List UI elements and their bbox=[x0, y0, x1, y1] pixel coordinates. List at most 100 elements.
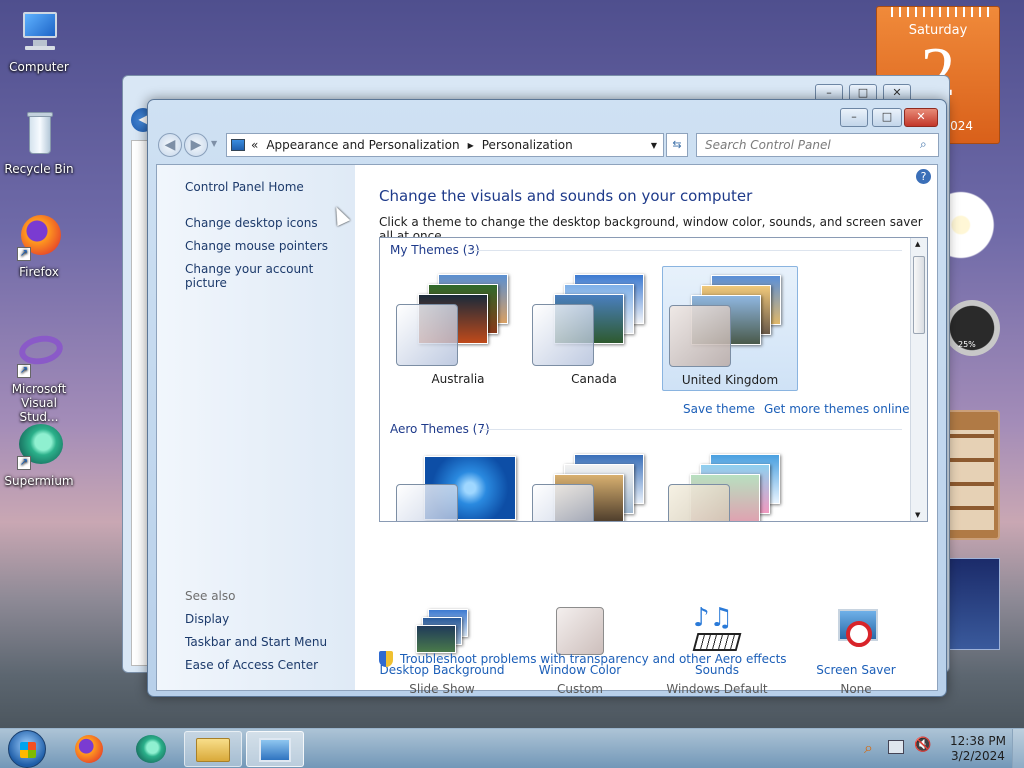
supermium-icon: ↗ bbox=[15, 422, 63, 470]
screen-saver-button[interactable]: Screen Saver None bbox=[791, 607, 921, 696]
shield-icon bbox=[379, 651, 393, 667]
cpu-meter-value: 25% bbox=[958, 340, 976, 349]
get-more-themes-link[interactable]: Get more themes online bbox=[764, 402, 910, 416]
theme-canada[interactable]: Canada bbox=[526, 266, 662, 391]
clock-flower-gadget[interactable] bbox=[944, 165, 1000, 285]
address-bar[interactable]: « Appearance and Personalization ▶ Perso… bbox=[226, 133, 664, 157]
breadcrumb-overflow[interactable]: « bbox=[251, 138, 258, 152]
theme-name: Canada bbox=[571, 372, 617, 386]
see-also-title: See also bbox=[185, 589, 236, 603]
recent-pages-icon[interactable]: ▼ bbox=[211, 139, 217, 148]
recycle-bin-icon bbox=[15, 110, 63, 158]
change-mouse-pointers-link[interactable]: Change mouse pointers bbox=[185, 239, 355, 253]
firefox-icon: ↗ bbox=[15, 213, 63, 261]
troubleshoot-row[interactable]: Troubleshoot problems with transparency … bbox=[379, 651, 787, 667]
left-pane: Control Panel Home Change desktop icons … bbox=[157, 165, 355, 690]
refresh-button[interactable]: ⇆ bbox=[666, 133, 688, 157]
theme-architecture[interactable] bbox=[526, 446, 662, 521]
show-desktop-button[interactable] bbox=[1012, 729, 1024, 768]
see-also-taskbar-link[interactable]: Taskbar and Start Menu bbox=[185, 635, 327, 649]
scroll-up-icon[interactable]: ▲ bbox=[915, 240, 920, 248]
change-desktop-icons-link[interactable]: Change desktop icons bbox=[185, 216, 355, 230]
shortcut-arrow-icon: ↗ bbox=[17, 247, 31, 261]
desktop-icon-computer[interactable]: Computer bbox=[1, 8, 77, 74]
network-icon[interactable] bbox=[888, 740, 904, 754]
cpu-meter-gadget[interactable]: 25% bbox=[944, 300, 1000, 356]
navigation-bar: ◀ ▶ ▼ « Appearance and Personalization ▶… bbox=[156, 132, 939, 158]
window-color-swatch bbox=[532, 484, 594, 521]
breadcrumb-separator-icon[interactable]: ▶ bbox=[468, 141, 474, 150]
desktop-icon-firefox[interactable]: ↗ Firefox bbox=[1, 213, 77, 279]
desktop-icon-supermium[interactable]: ↗ Supermium bbox=[1, 422, 77, 488]
desktop-icon-visual-studio[interactable]: ↗ Microsoft Visual Stud... bbox=[1, 330, 77, 424]
clock-time: 12:38 PM bbox=[950, 734, 1006, 748]
scrollbar-thumb[interactable] bbox=[913, 256, 925, 334]
windows-logo-icon bbox=[20, 742, 36, 758]
taskbar-firefox[interactable] bbox=[60, 731, 118, 767]
window-color-swatch bbox=[396, 304, 458, 366]
save-theme-link[interactable]: Save theme bbox=[683, 402, 755, 416]
window-color-value: Custom bbox=[557, 682, 603, 696]
section-divider bbox=[480, 429, 902, 430]
control-panel-icon bbox=[259, 738, 291, 762]
start-button[interactable] bbox=[8, 730, 46, 768]
search-icon[interactable]: ⌕ bbox=[920, 137, 927, 152]
window-color-icon bbox=[552, 607, 608, 657]
content-area: Control Panel Home Change desktop icons … bbox=[156, 164, 938, 696]
minimize-button[interactable]: – bbox=[840, 108, 868, 127]
help-icon[interactable]: ? bbox=[916, 169, 931, 184]
close-button[interactable]: ✕ bbox=[904, 108, 938, 127]
desktop-icon-label: Computer bbox=[9, 60, 69, 74]
control-panel-home-link[interactable]: Control Panel Home bbox=[185, 180, 355, 194]
page-title: Change the visuals and sounds on your co… bbox=[379, 187, 753, 205]
desktop-background-icon bbox=[414, 607, 470, 657]
desktop-background-value: Slide Show bbox=[409, 682, 475, 696]
volume-muted-icon[interactable]: 🔇 bbox=[914, 737, 931, 753]
theme-characters[interactable] bbox=[662, 446, 798, 521]
theme-name: Australia bbox=[431, 372, 485, 386]
screen-saver-icon bbox=[828, 607, 884, 657]
taskbar-file-explorer[interactable] bbox=[184, 731, 242, 767]
change-account-picture-link[interactable]: Change your account picture bbox=[185, 262, 355, 290]
scroll-down-icon[interactable]: ▼ bbox=[915, 511, 920, 519]
tray-search-icon[interactable]: ⌕ bbox=[864, 738, 873, 758]
back-button[interactable]: ◀ bbox=[158, 133, 182, 157]
breadcrumb-appearance[interactable]: Appearance and Personalization bbox=[266, 138, 459, 152]
theme-australia[interactable]: Australia bbox=[390, 266, 526, 391]
window-color-swatch bbox=[668, 484, 730, 521]
aero-themes-header: Aero Themes (7) bbox=[390, 422, 490, 436]
window-color-swatch bbox=[669, 305, 731, 367]
search-input[interactable]: Search Control Panel bbox=[696, 133, 939, 157]
screen-saver-label: Screen Saver bbox=[816, 663, 896, 677]
folder-icon bbox=[196, 738, 230, 762]
desktop-icon-label: Microsoft Visual Stud... bbox=[11, 382, 67, 424]
sounds-icon: ♪♫ bbox=[689, 603, 745, 657]
themes-list[interactable]: My Themes (3) Australia Canada United Ki… bbox=[379, 237, 928, 522]
forward-button[interactable]: ▶ bbox=[184, 133, 208, 157]
theme-windows-7[interactable] bbox=[390, 446, 526, 521]
personalization-window[interactable]: – □ ✕ ◀ ▶ ▼ « Appearance and Personaliza… bbox=[147, 99, 947, 697]
window-color-swatch bbox=[532, 304, 594, 366]
visual-studio-icon: ↗ bbox=[15, 330, 66, 378]
taskbar-supermium[interactable] bbox=[122, 731, 180, 767]
main-pane: ? Change the visuals and sounds on your … bbox=[355, 165, 937, 696]
see-also-ease-of-access-link[interactable]: Ease of Access Center bbox=[185, 658, 318, 672]
window-color-swatch bbox=[396, 484, 458, 521]
taskbar-control-panel[interactable] bbox=[246, 731, 304, 767]
breadcrumb-personalization[interactable]: Personalization bbox=[482, 138, 573, 152]
theme-name: United Kingdom bbox=[681, 373, 779, 387]
control-panel-icon bbox=[231, 139, 245, 151]
see-also-display-link[interactable]: Display bbox=[185, 612, 229, 626]
themes-scrollbar[interactable]: ▲ ▼ bbox=[910, 238, 927, 521]
weather-gadget[interactable] bbox=[944, 558, 1000, 650]
calendar-rings bbox=[885, 7, 991, 17]
maximize-button[interactable]: □ bbox=[872, 108, 902, 127]
supermium-icon bbox=[136, 735, 166, 763]
desktop-icon-recycle-bin[interactable]: Recycle Bin bbox=[1, 110, 77, 176]
address-dropdown-icon[interactable]: ▼ bbox=[651, 141, 657, 150]
troubleshoot-link[interactable]: Troubleshoot problems with transparency … bbox=[400, 652, 787, 666]
shortcut-arrow-icon: ↗ bbox=[17, 364, 31, 378]
clock[interactable]: 12:38 PM 3/2/2024 bbox=[950, 734, 1006, 764]
theme-united-kingdom[interactable]: United Kingdom bbox=[662, 266, 798, 391]
slideshow-gadget[interactable] bbox=[944, 410, 1000, 540]
